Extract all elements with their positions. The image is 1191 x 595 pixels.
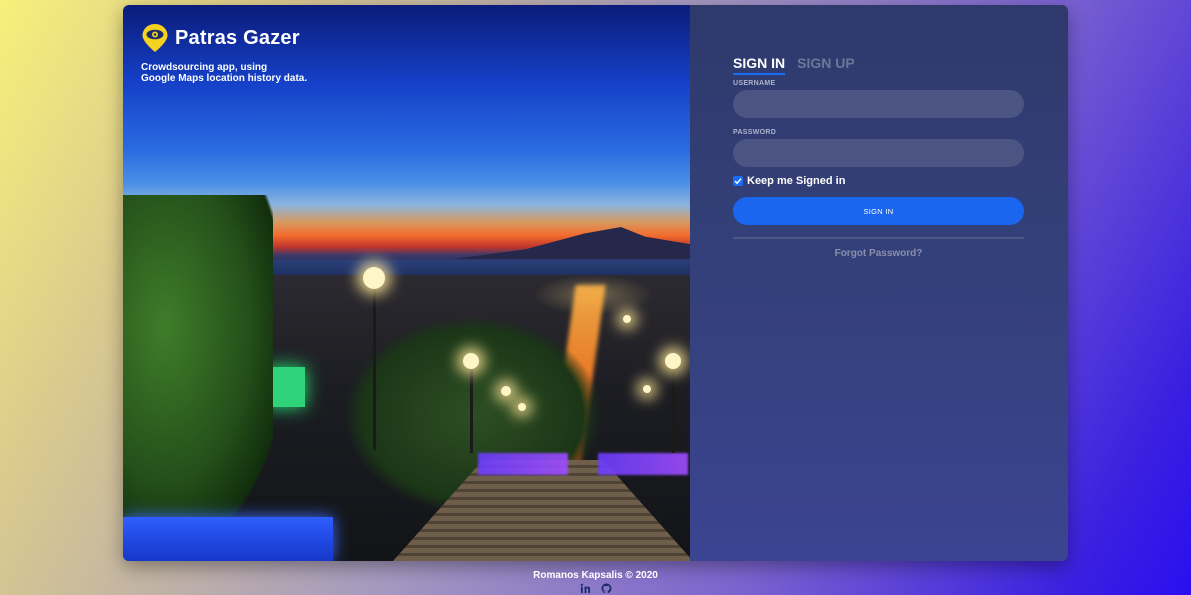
tagline-line: Crowdsourcing app, using [141, 62, 268, 73]
divider [733, 237, 1024, 239]
street-lamp [643, 385, 651, 393]
forgot-password-link[interactable]: Forgot Password? [733, 248, 1024, 259]
login-card: Patras Gazer Crowdsourcing app, using Go… [123, 5, 1068, 561]
keep-signed-in-checkbox[interactable] [733, 176, 743, 186]
check-icon [734, 178, 742, 185]
street-lamp [501, 386, 511, 396]
footer: Romanos Kapsalis © 2020 [0, 570, 1191, 594]
violet-railing-light [598, 453, 688, 475]
tagline-line: Google Maps location history data. [141, 73, 308, 84]
brand: Patras Gazer [141, 23, 300, 53]
blue-railing [123, 517, 333, 561]
password-label: PASSWORD [733, 129, 777, 136]
street-lamp [623, 315, 631, 323]
street-lamp [463, 353, 479, 369]
street-lamp [363, 267, 385, 289]
mountain-silhouette [453, 227, 690, 259]
tab-sign-in[interactable]: SIGN IN [733, 55, 786, 75]
tab-sign-up[interactable]: SIGN UP [797, 55, 855, 75]
footer-credit: Romanos Kapsalis © 2020 [533, 570, 658, 581]
brand-name: Patras Gazer [175, 26, 300, 49]
street-lamp [518, 403, 526, 411]
keep-signed-in-label: Keep me Signed in [747, 175, 846, 187]
foreground-tree [123, 195, 273, 525]
auth-tabs: SIGN IN SIGN UP [733, 55, 855, 75]
violet-railing-light [478, 453, 568, 475]
auth-panel: SIGN IN SIGN UP USERNAME PASSWORD Keep m… [690, 5, 1068, 561]
password-input[interactable] [733, 139, 1024, 167]
keep-signed-in[interactable]: Keep me Signed in [733, 175, 845, 187]
linkedin-icon[interactable] [580, 583, 591, 594]
lamp-post [672, 363, 675, 453]
lamp-post [470, 363, 473, 453]
tagline: Crowdsourcing app, using Google Maps loc… [141, 62, 341, 84]
username-input[interactable] [733, 90, 1024, 118]
sign-in-button[interactable]: SIGN IN [733, 197, 1024, 225]
lamp-post [373, 280, 376, 450]
footer-social [0, 583, 1191, 594]
github-icon[interactable] [601, 583, 612, 594]
eye-location-pin-icon [142, 24, 168, 52]
street-lamp [665, 353, 681, 369]
username-label: USERNAME [733, 80, 776, 87]
hero-photo: Patras Gazer Crowdsourcing app, using Go… [123, 5, 690, 561]
